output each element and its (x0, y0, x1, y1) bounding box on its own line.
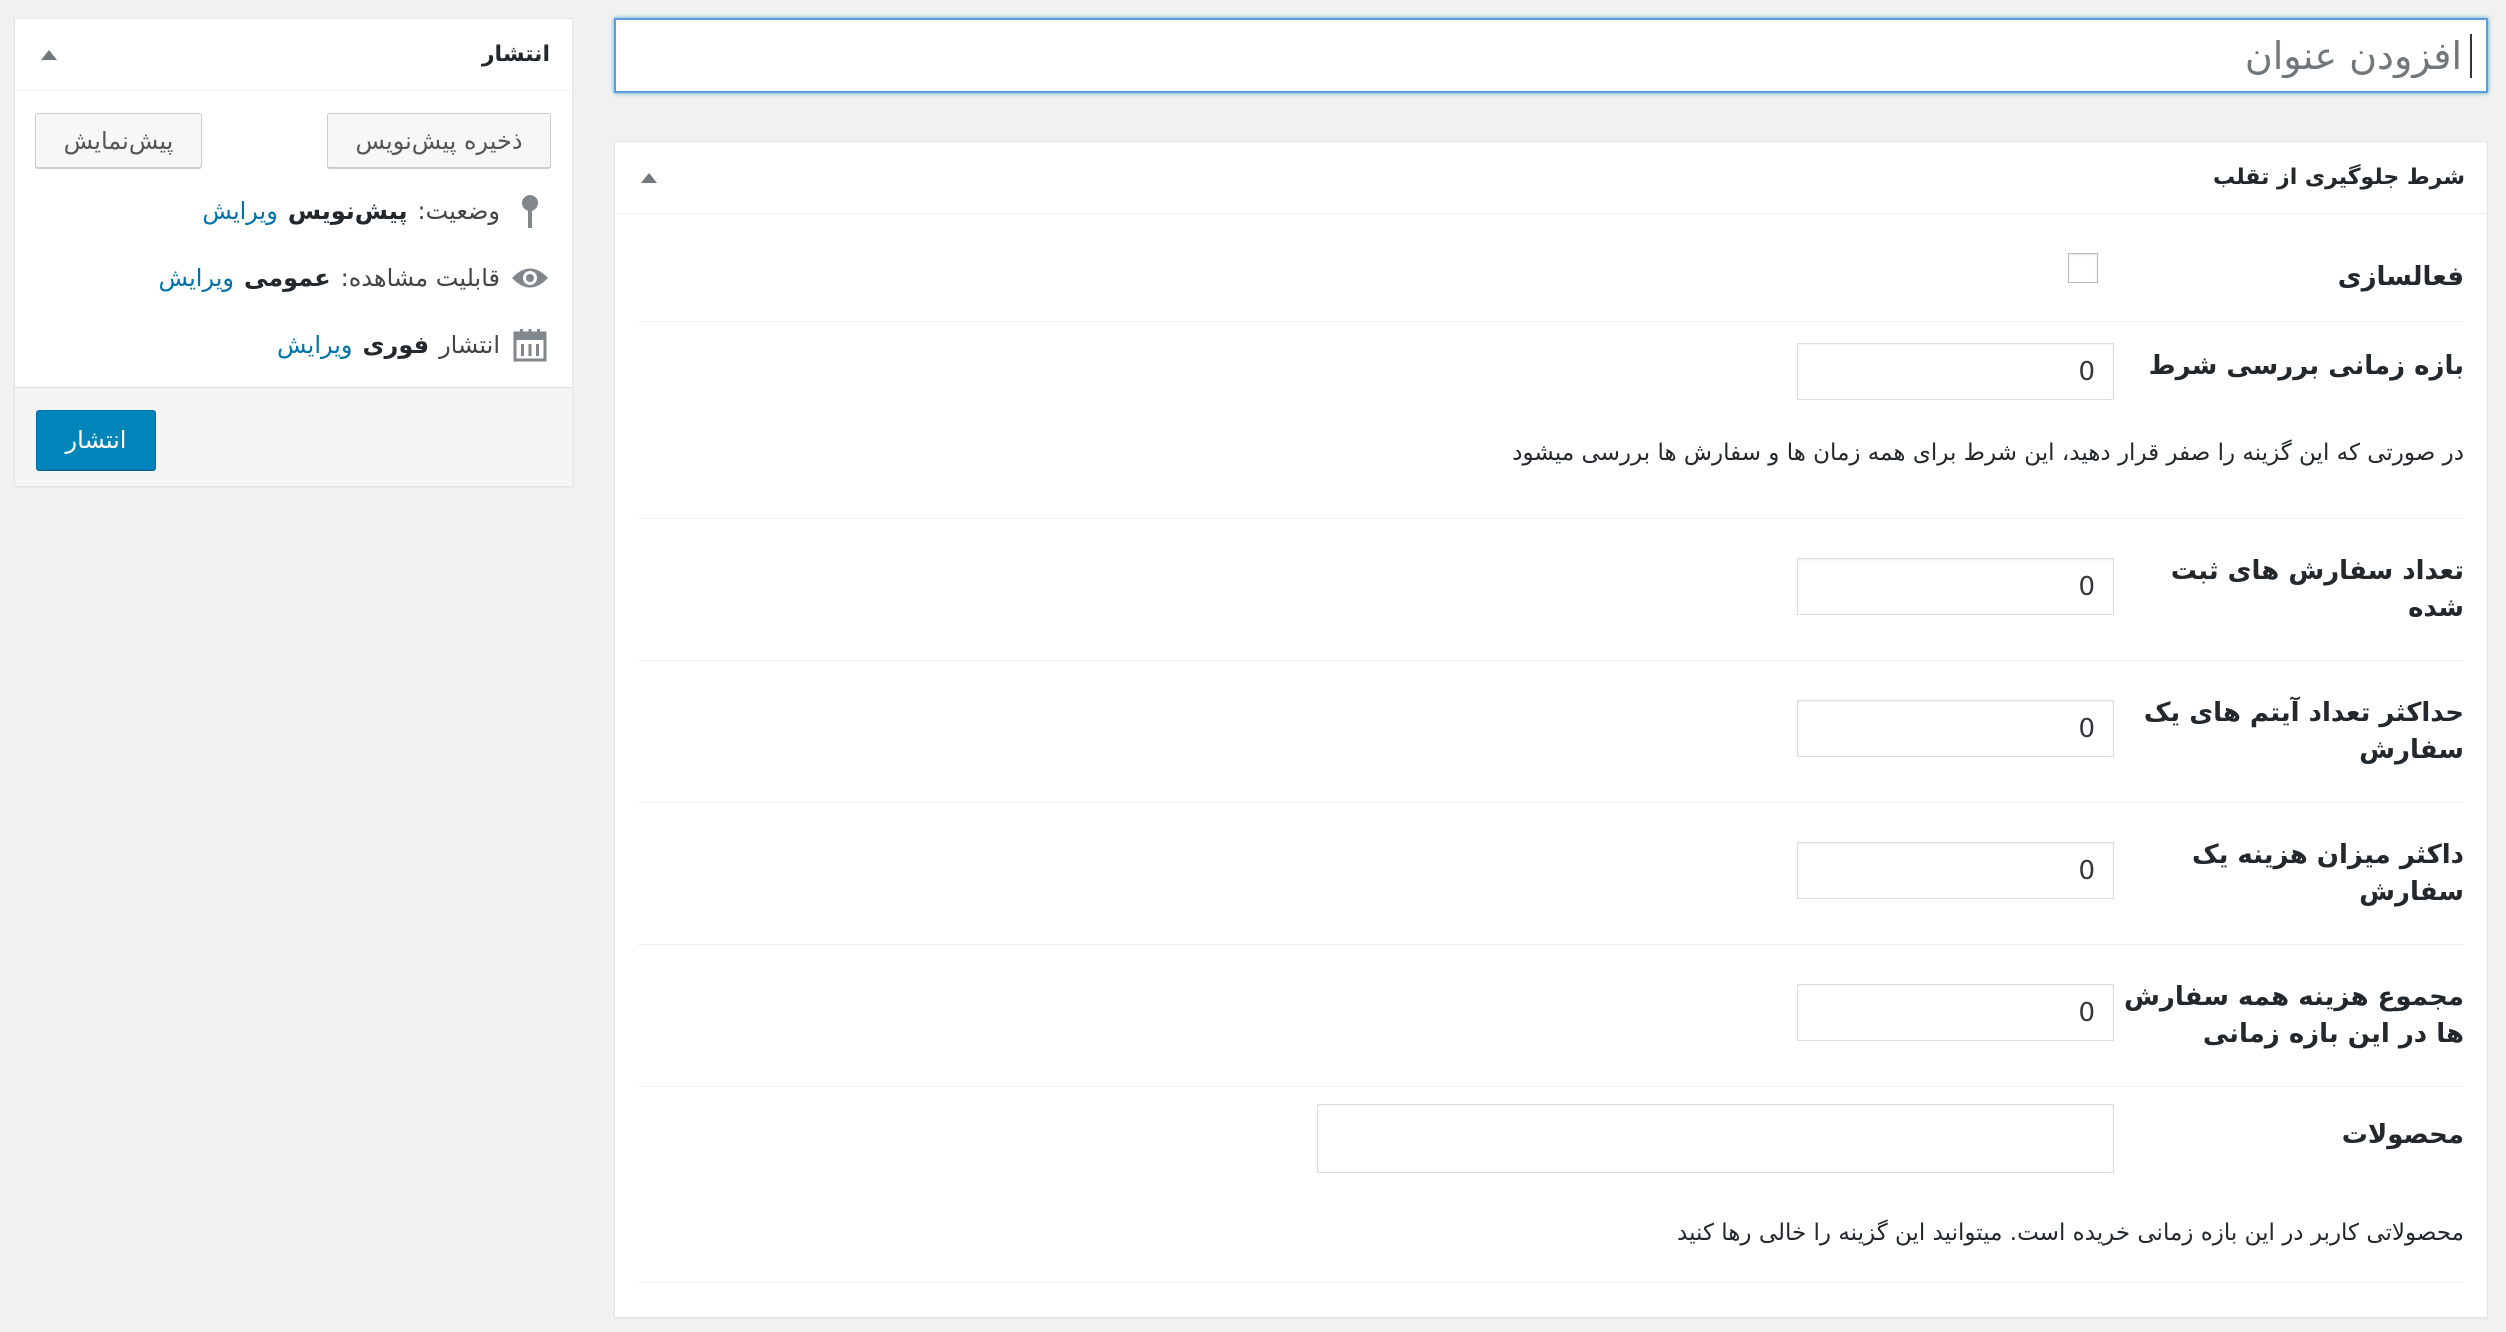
anti-fraud-metabox: شرط جلوگیری از تقلب فعالسازی بازه زمانی … (614, 141, 2488, 1318)
calendar-icon (510, 325, 550, 365)
total-cost-row: مجموع هزینه همه سفارش ها در این بازه زما… (638, 945, 2464, 1087)
max-cost-label: داکثر میزان هزینه یک سفارش (2191, 840, 2464, 907)
check-period-description: در صورتی که این گزینه را صفر قرار دهید، … (1512, 440, 2464, 466)
total-cost-label: مجموع هزینه همه سفارش ها در این بازه زما… (2124, 982, 2464, 1049)
max-cost-row: داکثر میزان هزینه یک سفارش (638, 803, 2464, 945)
status-prefix: وضعیت: (417, 197, 500, 225)
check-period-row: بازه زمانی بررسی شرط در صورتی که این گزی… (638, 322, 2464, 519)
visibility-row: قابلیت مشاهده: عمومی ویرایش (159, 258, 550, 298)
post-title-field[interactable] (614, 18, 2488, 93)
metabox-header: شرط جلوگیری از تقلب (615, 142, 2487, 214)
products-input[interactable] (1317, 1104, 2114, 1173)
publish-header: انتشار (15, 19, 572, 91)
publish-box: انتشار ذخیره پیش‌نویس پیش‌نمایش وضعیت: پ… (14, 18, 573, 487)
order-count-label: تعداد سفارش های ثبت شده (2170, 556, 2464, 623)
activation-row: فعالسازی (638, 214, 2464, 322)
products-row: محصولات محصولاتی کاربر در این بازه زمانی… (638, 1087, 2464, 1283)
publish-collapse-toggle-icon[interactable] (41, 49, 57, 60)
max-items-label: حداکثر تعداد آیتم های یک سفارش (2143, 698, 2464, 765)
visibility-value: عمومی (243, 264, 331, 292)
status-value: پیش‌نویس (287, 197, 408, 225)
publish-title: انتشار (481, 42, 550, 67)
collapse-toggle-icon[interactable] (641, 172, 657, 183)
metabox-title: شرط جلوگیری از تقلب (2213, 165, 2465, 190)
publish-footer: انتشار (15, 387, 572, 486)
max-cost-input[interactable] (1797, 842, 2114, 899)
schedule-value: فوری (362, 331, 430, 359)
check-period-label: بازه زمانی بررسی شرط (2148, 351, 2464, 381)
max-items-row: حداکثر تعداد آیتم های یک سفارش (638, 661, 2464, 803)
status-edit-link[interactable]: ویرایش (202, 197, 277, 225)
schedule-prefix: انتشار (439, 331, 500, 359)
check-period-input[interactable] (1797, 343, 2114, 400)
schedule-row: انتشار فوری ویرایش (277, 325, 550, 365)
visibility-prefix: قابلیت مشاهده: (340, 264, 500, 292)
preview-button[interactable]: پیش‌نمایش (35, 113, 202, 168)
post-title-input[interactable] (616, 33, 2462, 78)
order-count-row: تعداد سفارش های ثبت شده (638, 519, 2464, 661)
products-description: محصولاتی کاربر در این بازه زمانی خریده ا… (1677, 1220, 2464, 1246)
save-draft-button[interactable]: ذخیره پیش‌نویس (327, 113, 551, 168)
schedule-edit-link[interactable]: ویرایش (277, 331, 352, 359)
activation-checkbox[interactable] (2068, 253, 2098, 283)
visibility-edit-link[interactable]: ویرایش (159, 264, 234, 292)
status-row: وضعیت: پیش‌نویس ویرایش (202, 191, 550, 231)
publish-button[interactable]: انتشار (36, 410, 156, 470)
text-caret (2470, 33, 2472, 78)
order-count-input[interactable] (1797, 558, 2114, 615)
max-items-input[interactable] (1797, 700, 2114, 757)
activation-label: فعالسازی (2337, 262, 2464, 292)
products-label: محصولات (2341, 1120, 2464, 1150)
eye-icon (510, 258, 550, 298)
pin-icon (510, 191, 550, 231)
total-cost-input[interactable] (1797, 984, 2114, 1041)
